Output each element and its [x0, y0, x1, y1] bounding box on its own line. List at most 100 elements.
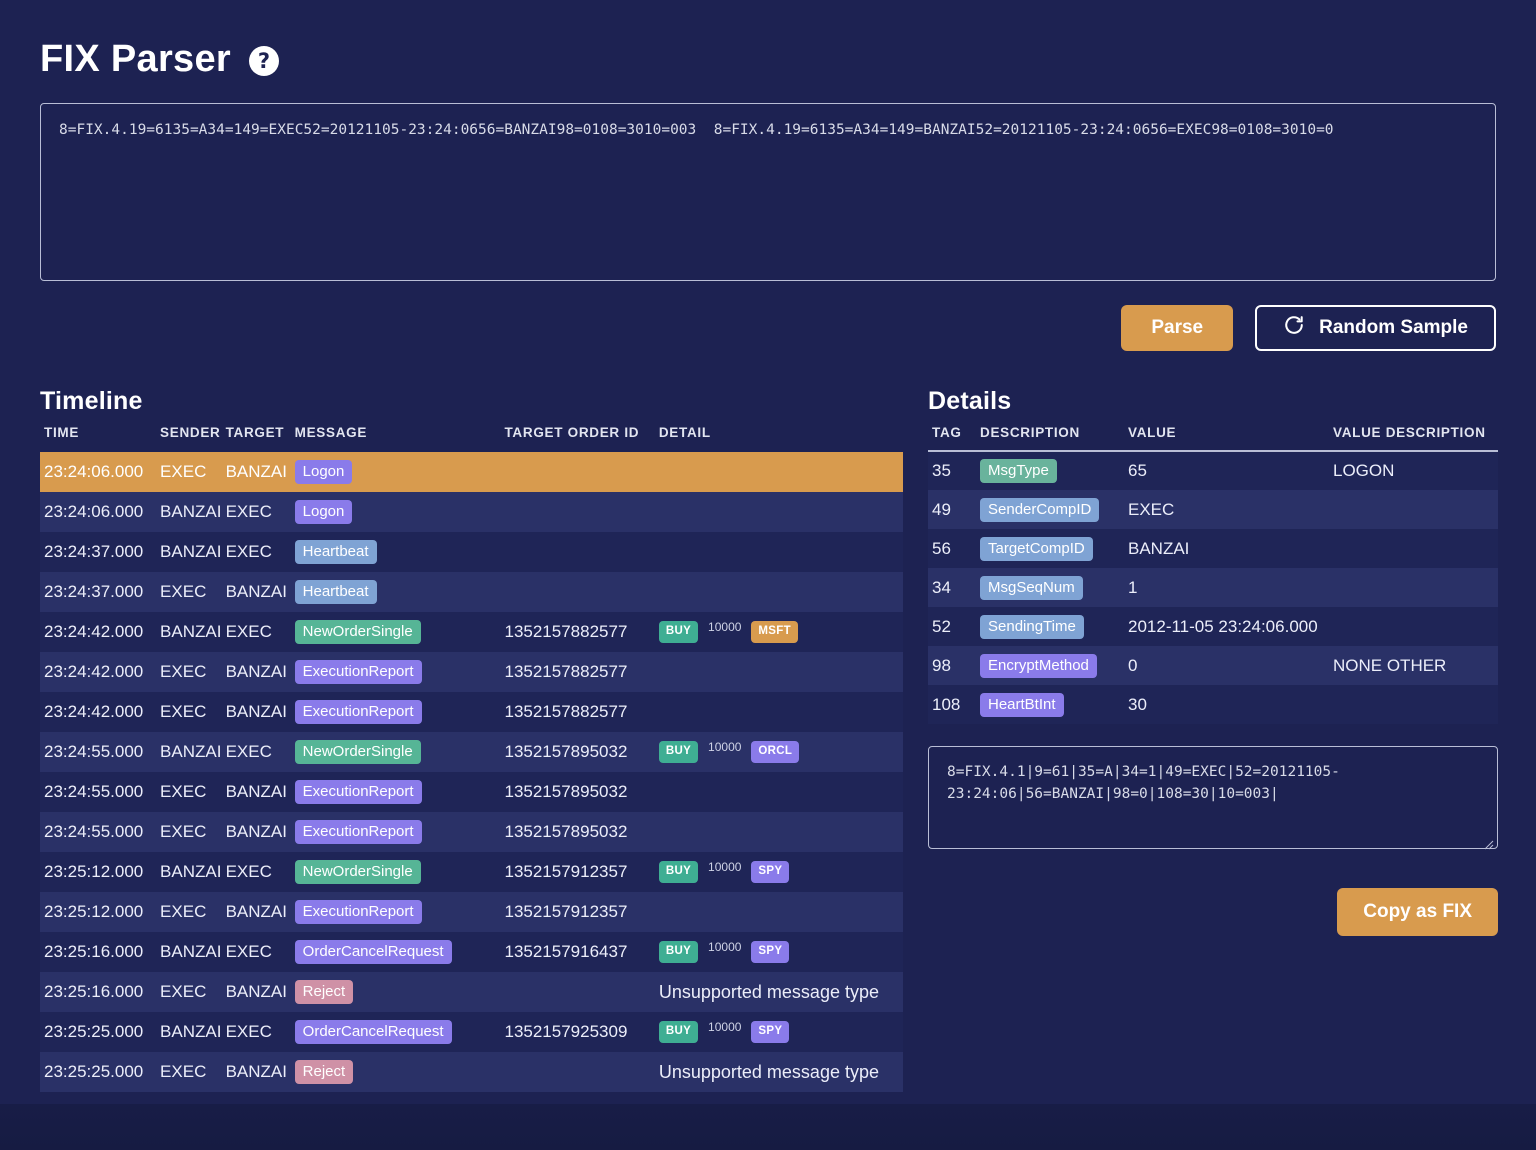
timeline-row[interactable]: 23:25:12.000 EXEC BANZAI ExecutionReport 135…: [40, 892, 903, 932]
timeline-row[interactable]: 23:24:55.000 BANZAI EXEC NewOrderSingle 1352…: [40, 732, 903, 772]
timeline-col-sender: SENDER: [160, 425, 221, 440]
timeline-cell-sender: EXEC: [160, 662, 207, 681]
timeline-row[interactable]: 23:24:42.000 BANZAI EXEC NewOrderSingle 1352…: [40, 612, 903, 652]
timeline-row[interactable]: 23:25:12.000 BANZAI EXEC NewOrderSingle 1352…: [40, 852, 903, 892]
timeline-cell-message: ExecutionReport: [294, 652, 505, 692]
timeline-cell-message: ExecutionReport: [294, 772, 505, 812]
details-table: TAG DESCRIPTION VALUE VALUE DESCRIPTION …: [928, 425, 1498, 724]
order-quantity: 10000: [708, 1020, 742, 1034]
field-description-badge: MsgType: [980, 459, 1057, 483]
timeline-cell-message: OrderCancelRequest: [294, 932, 505, 972]
timeline-cell-time: 23:25:25.000: [44, 1062, 144, 1081]
order-quantity: 10000: [708, 860, 742, 874]
timeline-row[interactable]: 23:24:06.000 BANZAI EXEC Logon: [40, 492, 903, 532]
message-type-badge: NewOrderSingle: [294, 620, 421, 644]
timeline-cell-order-id: 1352157895032: [504, 822, 628, 841]
details-row[interactable]: 52 SendingTime 2012-11-05 23:24:06.000: [928, 607, 1498, 646]
details-cell-value-description: [1333, 607, 1498, 646]
timeline-row[interactable]: 23:24:42.000 EXEC BANZAI ExecutionReport 135…: [40, 652, 903, 692]
field-description-badge: EncryptMethod: [980, 653, 1097, 678]
random-sample-button[interactable]: Random Sample: [1255, 305, 1496, 351]
side-badge: BUY: [658, 861, 699, 883]
timeline-cell-order-id: 1352157912357: [504, 862, 628, 881]
details-cell-value-description: LOGON: [1333, 461, 1395, 480]
timeline-cell-target: EXEC: [225, 502, 272, 521]
fix-message-input[interactable]: [40, 103, 1496, 281]
details-row[interactable]: 34 MsgSeqNum 1: [928, 568, 1498, 607]
order-quantity: 10000: [708, 740, 742, 754]
details-cell-description: MsgType: [980, 451, 1128, 490]
timeline-row[interactable]: 23:25:16.000 EXEC BANZAI Reject Unsupported …: [40, 972, 903, 1012]
details-row[interactable]: 49 SenderCompID EXEC: [928, 490, 1498, 529]
details-cell-description: MsgSeqNum: [980, 568, 1128, 607]
timeline-cell-sender: BANZAI: [160, 742, 222, 761]
symbol-badge: SPY: [751, 941, 790, 963]
message-type-badge: ExecutionReport: [294, 900, 422, 924]
timeline-cell-time: 23:24:55.000: [44, 742, 144, 761]
timeline-row[interactable]: 23:25:25.000 BANZAI EXEC OrderCancelRequest…: [40, 1012, 903, 1052]
timeline-row[interactable]: 23:25:25.000 EXEC BANZAI Reject Unsupported …: [40, 1052, 903, 1092]
field-description-badge: SenderCompID: [980, 497, 1100, 522]
timeline-row[interactable]: 23:25:16.000 BANZAI EXEC OrderCancelRequest…: [40, 932, 903, 972]
details-cell-tag: 98: [932, 655, 951, 675]
details-row[interactable]: 35 MsgType 65 LOGON: [928, 451, 1498, 490]
timeline-cell-sender: EXEC: [160, 582, 207, 601]
timeline-cell-target: BANZAI: [225, 782, 287, 801]
symbol-badge: SPY: [751, 1021, 790, 1043]
refresh-icon: [1283, 314, 1305, 342]
copy-row: Copy as FIX: [928, 888, 1498, 936]
timeline-cell-target: EXEC: [225, 942, 272, 961]
timeline-row[interactable]: 23:24:06.000 EXEC BANZAI Logon: [40, 452, 903, 492]
details-col-tag: TAG: [928, 425, 980, 452]
timeline-cell-message: NewOrderSingle: [294, 612, 505, 652]
message-type-badge: Heartbeat: [294, 540, 377, 564]
order-detail-group: BUY 10000 SPY: [658, 860, 903, 883]
timeline-row[interactable]: 23:24:42.000 EXEC BANZAI ExecutionReport 135…: [40, 692, 903, 732]
timeline-row[interactable]: 23:24:55.000 EXEC BANZAI ExecutionReport 135…: [40, 812, 903, 852]
message-type-badge: NewOrderSingle: [294, 740, 421, 764]
order-quantity: 10000: [708, 620, 742, 634]
timeline-cell-sender: EXEC: [160, 462, 207, 481]
timeline-cell-sender: BANZAI: [160, 1022, 222, 1041]
message-type-badge: Heartbeat: [294, 580, 377, 604]
raw-fix-message-box[interactable]: [928, 746, 1498, 849]
details-row[interactable]: 98 EncryptMethod 0 NONE OTHER: [928, 646, 1498, 685]
question-mark-circle-icon[interactable]: ?: [249, 46, 279, 76]
details-row[interactable]: 56 TargetCompID BANZAI: [928, 529, 1498, 568]
action-bar: Parse Random Sample: [40, 305, 1496, 351]
field-description-badge: HeartBtInt: [980, 692, 1064, 717]
message-type-badge: Logon: [294, 460, 353, 484]
timeline-cell-time: 23:24:42.000: [44, 662, 144, 681]
timeline-cell-sender: EXEC: [160, 1062, 207, 1081]
timeline-row[interactable]: 23:24:55.000 EXEC BANZAI ExecutionReport 135…: [40, 772, 903, 812]
timeline-cell-detail: BUY 10000 ORCL: [658, 732, 903, 772]
parse-button[interactable]: Parse: [1121, 305, 1234, 351]
timeline-cell-sender: EXEC: [160, 982, 207, 1001]
timeline-cell-time: 23:24:42.000: [44, 702, 144, 721]
details-cell-value-description: [1333, 568, 1498, 607]
timeline-row[interactable]: 23:24:37.000 EXEC BANZAI Heartbeat: [40, 572, 903, 612]
timeline-cell-detail: [659, 452, 903, 492]
side-badge: BUY: [658, 1021, 699, 1043]
details-cell-value-description: NONE OTHER: [1333, 655, 1447, 675]
timeline-cell-time: 23:25:12.000: [44, 902, 144, 921]
details-cell-value-description: [1333, 529, 1498, 568]
timeline-cell-detail: BUY 10000 MSFT: [658, 612, 903, 652]
timeline-cell-detail: [659, 812, 903, 852]
copy-as-fix-button[interactable]: Copy as FIX: [1337, 888, 1498, 936]
page-title: FIX Parser: [40, 38, 231, 80]
side-badge: BUY: [658, 741, 699, 763]
timeline-cell-order-id: [504, 532, 658, 572]
timeline-cell-message: ExecutionReport: [294, 692, 505, 732]
details-cell-tag: 49: [932, 499, 951, 519]
timeline-heading: Timeline: [40, 387, 143, 415]
details-cell-value: BANZAI: [1128, 538, 1190, 558]
page-header: FIX Parser ?: [40, 0, 1496, 78]
details-cell-tag: 56: [932, 538, 951, 558]
timeline-row[interactable]: 23:24:37.000 BANZAI EXEC Heartbeat: [40, 532, 903, 572]
timeline-cell-order-id: 1352157882577: [504, 702, 628, 721]
timeline-cell-sender: BANZAI: [160, 542, 222, 561]
side-badge: BUY: [658, 621, 699, 643]
details-row[interactable]: 108 HeartBtInt 30: [928, 685, 1498, 724]
details-cell-tag: 52: [932, 616, 951, 636]
